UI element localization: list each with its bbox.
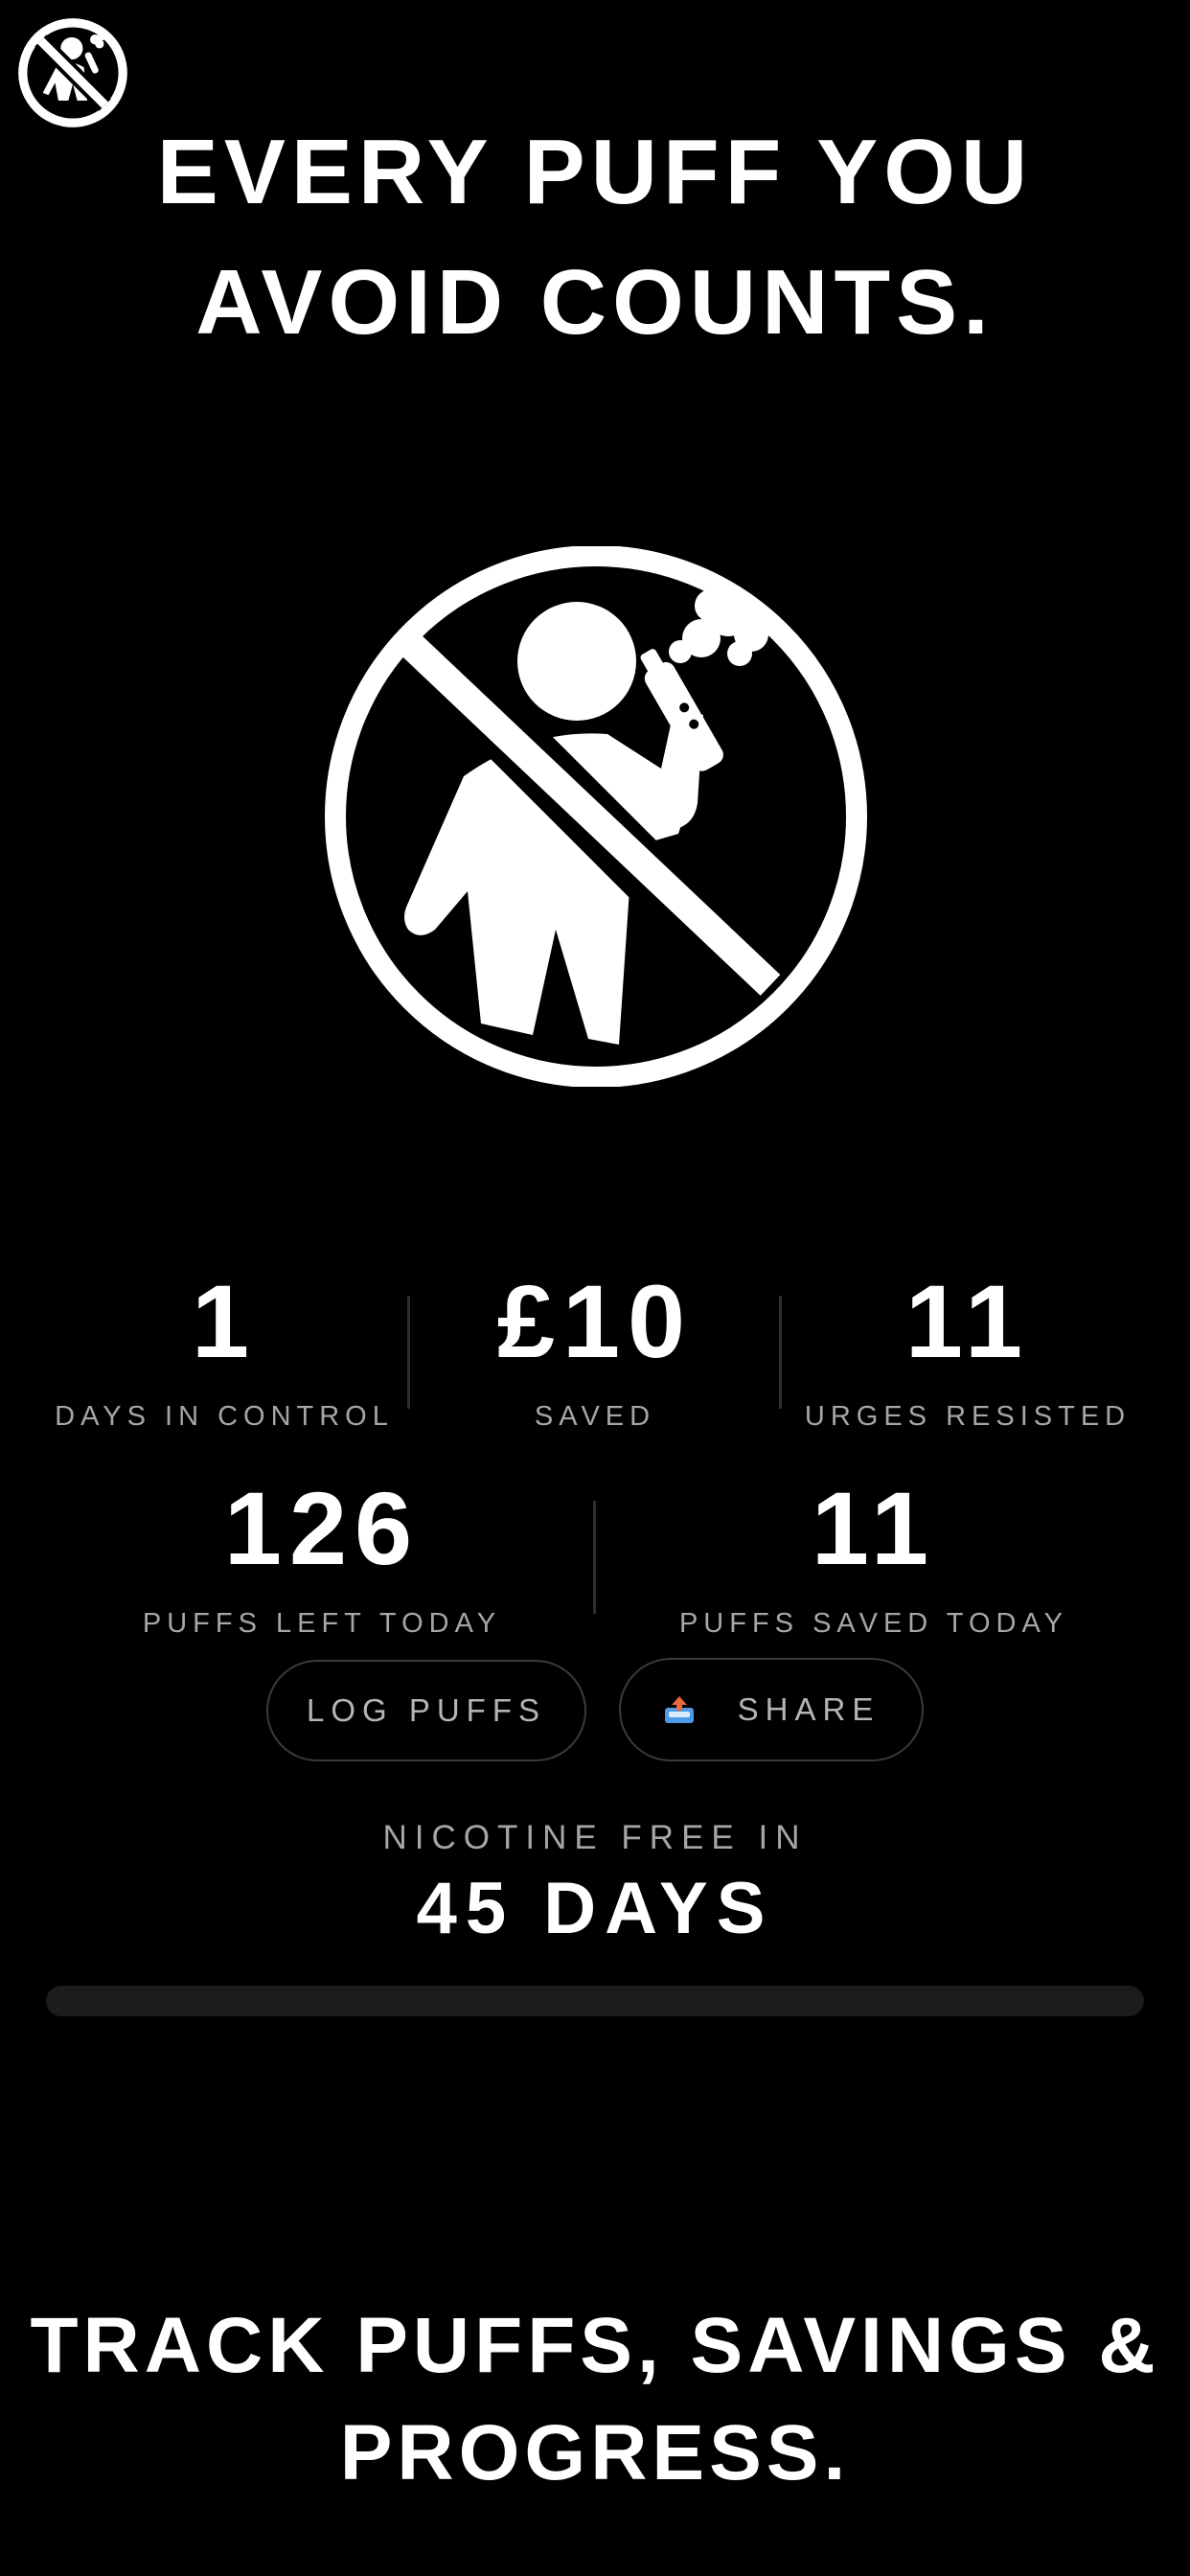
log-puffs-button[interactable]: LOG PUFFS: [266, 1660, 586, 1761]
footer-headline: TRACK PUFFS, SAVINGS & PROGRESS.: [0, 2292, 1190, 2507]
stat-label: DAYS IN CONTROL: [55, 1401, 394, 1432]
stat-divider: [779, 1296, 782, 1409]
footer-line-1: TRACK PUFFS, SAVINGS &: [30, 2302, 1160, 2389]
stat-divider: [407, 1296, 410, 1409]
stat-value: 11: [811, 1470, 937, 1586]
outbox-tray-icon: [664, 1696, 694, 1723]
headline-line-2: AVOID COUNTS.: [195, 251, 995, 354]
stat-label: PUFFS LEFT TODAY: [142, 1608, 502, 1639]
nicotine-free-label: NICOTINE FREE IN: [382, 1819, 808, 1856]
stat-divider: [593, 1501, 596, 1614]
nicotine-free-countdown: 45 DAYS: [416, 1868, 774, 1949]
stat-label: URGES RESISTED: [804, 1401, 1132, 1432]
stat-puffs-saved-today: 11 PUFFS SAVED TODAY: [661, 1476, 1087, 1640]
footer-line-2: PROGRESS.: [339, 2409, 851, 2496]
stat-value: 11: [904, 1263, 1031, 1379]
stat-urges-resisted: 11 URGES RESISTED: [784, 1269, 1152, 1433]
log-puffs-label: LOG PUFFS: [306, 1692, 547, 1728]
stat-label: PUFFS SAVED TODAY: [678, 1608, 1069, 1639]
share-label: SHARE: [737, 1691, 881, 1727]
page-headline: EVERY PUFF YOU AVOID COUNTS.: [0, 107, 1190, 368]
nicotine-free-progress-bar: [46, 1986, 1144, 2016]
stat-value: £10: [496, 1263, 694, 1379]
stat-saved: £10 SAVED: [412, 1269, 778, 1433]
stat-value: 1: [191, 1263, 258, 1379]
stat-value: 126: [223, 1470, 421, 1586]
stat-label: SAVED: [534, 1401, 656, 1432]
stat-days-in-control: 1 DAYS IN CONTROL: [31, 1269, 418, 1433]
share-button[interactable]: SHARE: [619, 1658, 924, 1761]
no-vaping-icon: [325, 546, 867, 1087]
stat-puffs-left-today: 126 PUFFS LEFT TODAY: [119, 1476, 525, 1640]
headline-line-1: EVERY PUFF YOU: [156, 121, 1034, 223]
